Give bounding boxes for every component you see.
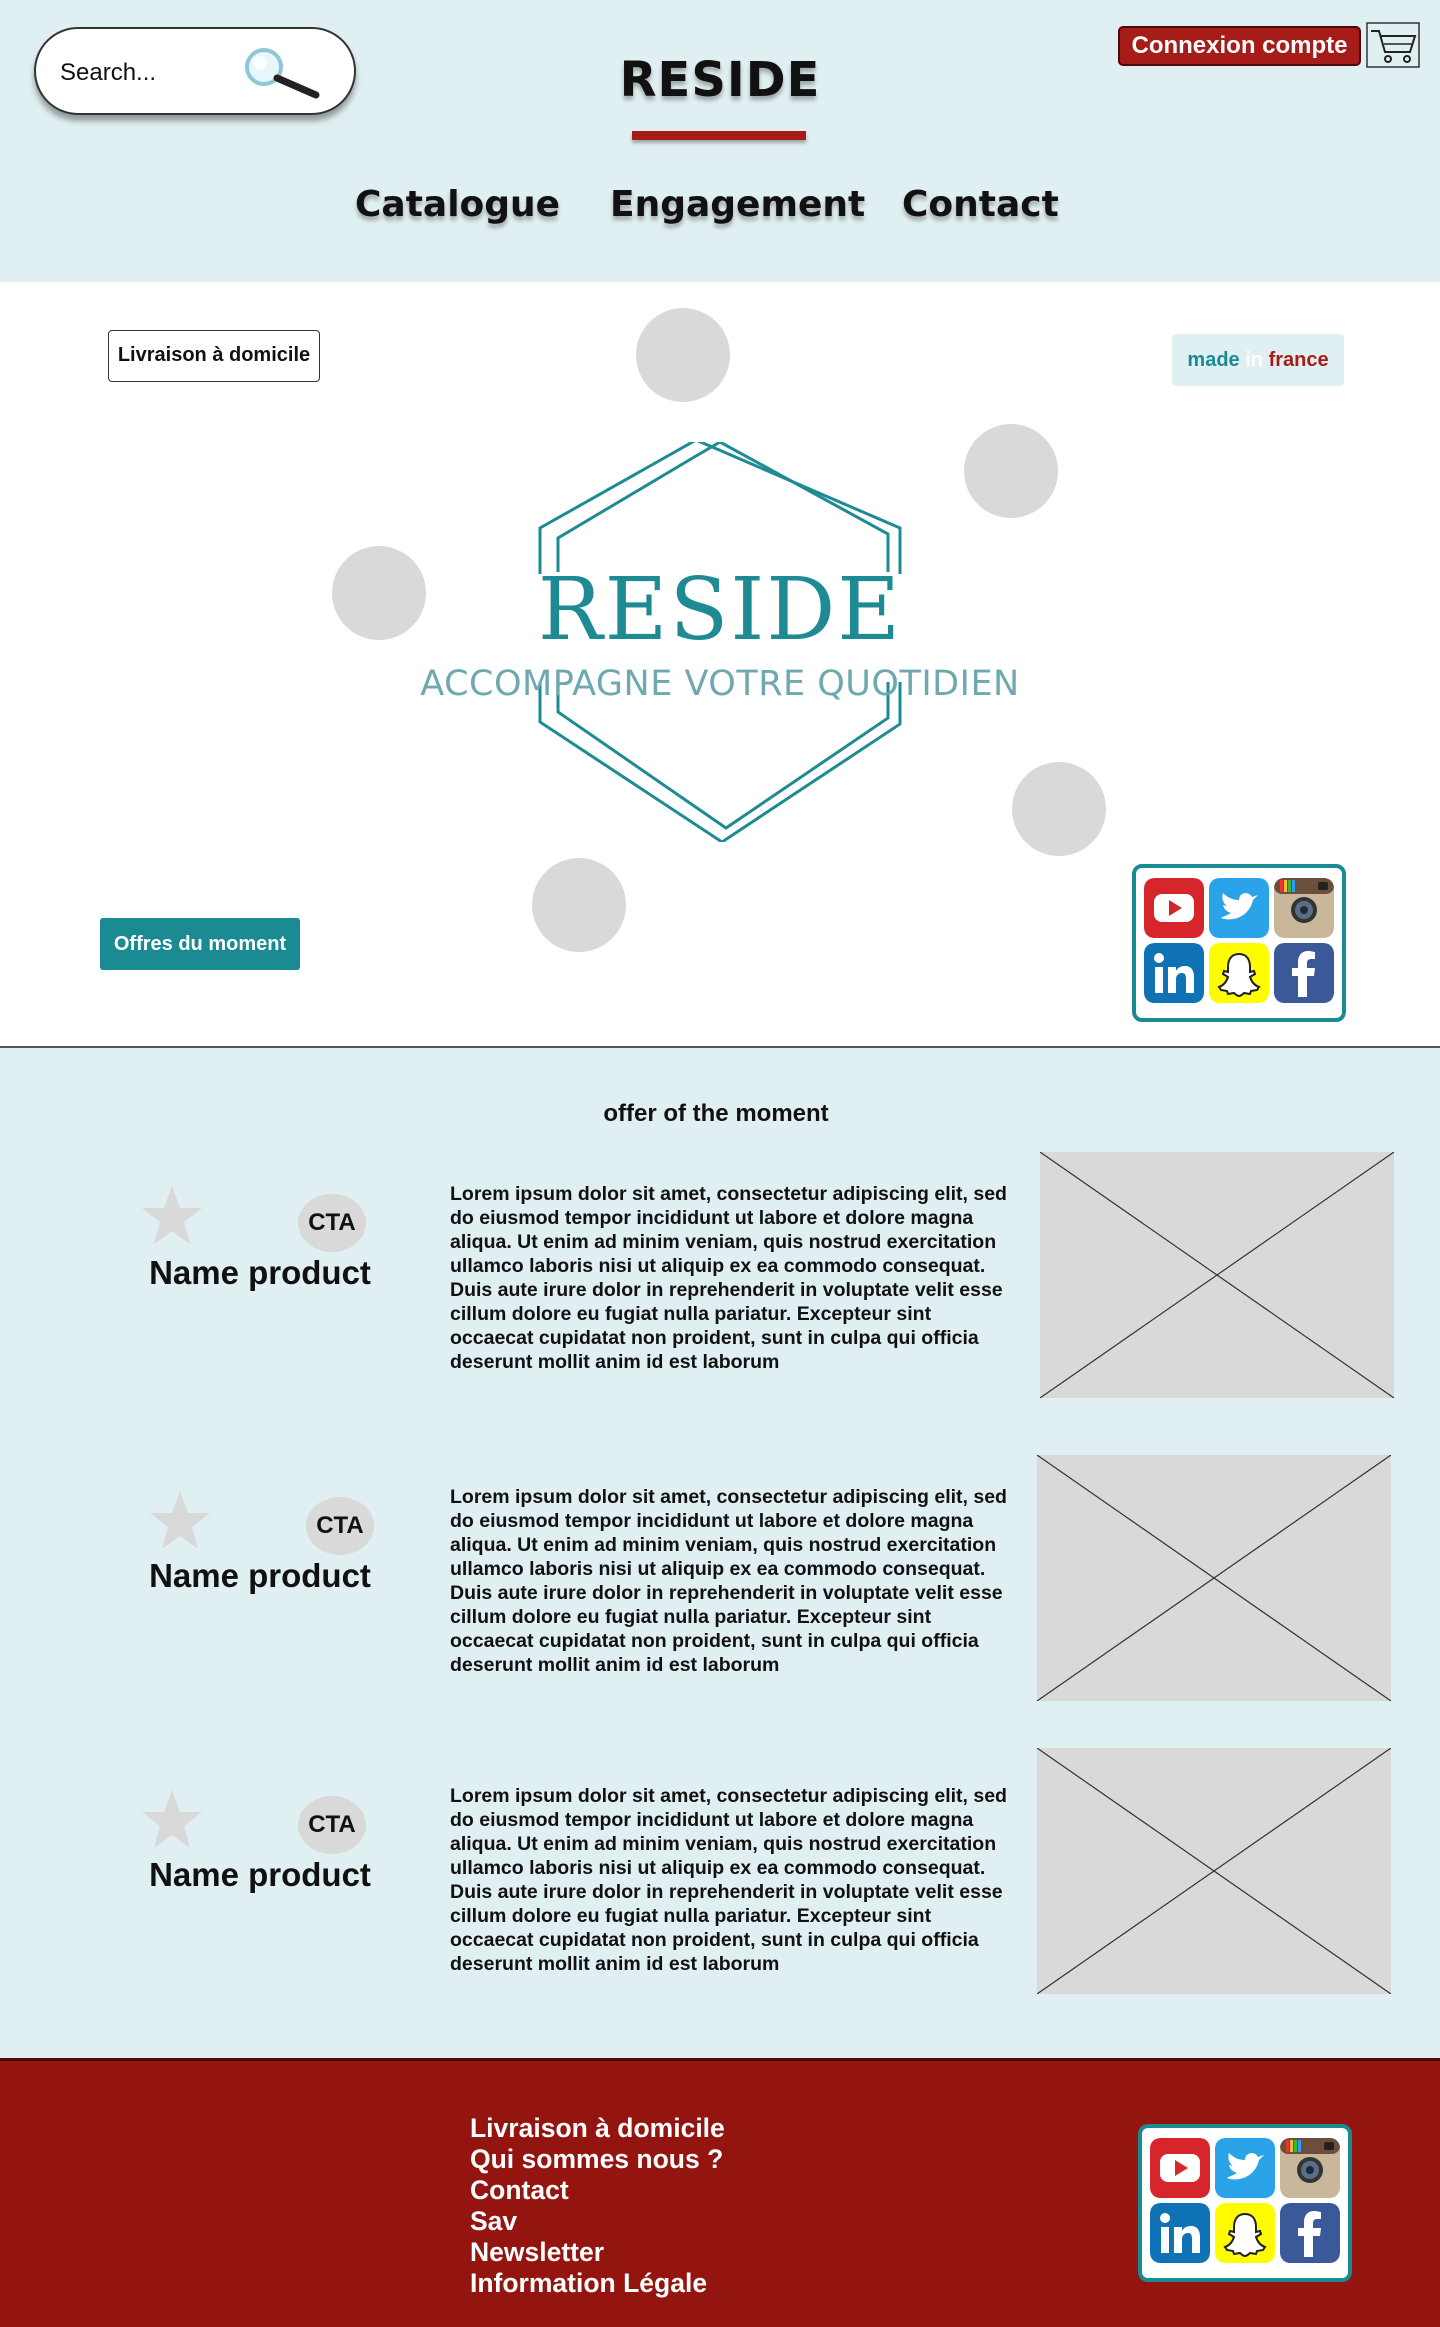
cta-button[interactable]: CTA (306, 1497, 374, 1555)
france-word: france (1268, 349, 1329, 371)
brand-title[interactable]: RESIDE (600, 52, 840, 108)
youtube-icon[interactable] (1144, 878, 1204, 938)
cta-button[interactable]: CTA (298, 1194, 366, 1252)
site-header: RESIDE Connexion compte Catalogue Engage… (0, 0, 1440, 282)
section-title: offer of the moment (603, 1100, 829, 1127)
offers-button[interactable]: Offres du moment (100, 918, 300, 970)
product-card: CTA Name product Lorem ipsum dolor sit a… (0, 1748, 1440, 1998)
site-footer: Livraison à domicile Qui sommes nous ? C… (0, 2058, 1440, 2327)
delivery-button[interactable]: Livraison à domicile (108, 330, 320, 382)
image-placeholder-icon (1040, 1152, 1394, 1398)
youtube-icon[interactable] (1150, 2138, 1210, 2198)
image-placeholder-icon (1037, 1455, 1391, 1701)
facebook-icon[interactable] (1280, 2203, 1340, 2263)
hero-section: Livraison à domicile made in france RESI… (0, 282, 1440, 1048)
made-in-france-badge: made in france (1172, 334, 1344, 386)
product-card: CTA Name product Lorem ipsum dolor sit a… (0, 1148, 1440, 1398)
footer-link-legal[interactable]: Information Légale (470, 2268, 725, 2299)
twitter-icon[interactable] (1215, 2138, 1275, 2198)
facebook-icon[interactable] (1274, 943, 1334, 1003)
product-description: Lorem ipsum dolor sit amet, consectetur … (450, 1486, 1007, 1676)
made-word: made (1187, 349, 1240, 371)
product-description: Lorem ipsum dolor sit amet, consectetur … (450, 1183, 1007, 1373)
image-placeholder-icon (1037, 1748, 1391, 1994)
snapchat-icon[interactable] (1209, 943, 1269, 1003)
product-name: Name product (149, 1557, 371, 1594)
footer-links: Livraison à domicile Qui sommes nous ? C… (470, 2113, 725, 2299)
nav-catalogue[interactable]: Catalogue (355, 184, 560, 225)
decorative-bubble (636, 308, 730, 402)
decorative-bubble (532, 858, 626, 952)
instagram-icon[interactable] (1280, 2138, 1340, 2198)
footer-link-sav[interactable]: Sav (470, 2206, 725, 2237)
linkedin-icon[interactable] (1144, 943, 1204, 1003)
linkedin-icon[interactable] (1150, 2203, 1210, 2263)
logo-title: RESIDE (537, 560, 903, 660)
logo-tagline: ACCOMPAGNE VOTRE QUOTIDIEN (420, 664, 1020, 704)
offers-section: offer of the moment CTA Name product Lor… (0, 1048, 1440, 2058)
social-panel (1132, 864, 1346, 1022)
product-name: Name product (149, 1254, 371, 1291)
product-name: Name product (149, 1856, 371, 1893)
search-icon[interactable] (236, 43, 326, 103)
search-box[interactable] (34, 27, 356, 115)
instagram-icon[interactable] (1274, 878, 1334, 938)
cart-icon[interactable] (1366, 22, 1420, 68)
footer-link-contact[interactable]: Contact (470, 2175, 725, 2206)
snapchat-icon[interactable] (1215, 2203, 1275, 2263)
twitter-icon[interactable] (1209, 878, 1269, 938)
in-word: in (1245, 349, 1263, 371)
footer-social-panel (1138, 2124, 1352, 2282)
search-input[interactable] (60, 55, 250, 91)
login-button[interactable]: Connexion compte (1118, 26, 1361, 66)
product-description: Lorem ipsum dolor sit amet, consectetur … (450, 1785, 1007, 1975)
nav-engagement[interactable]: Engagement (610, 184, 865, 225)
star-icon[interactable] (140, 1184, 204, 1248)
nav-contact[interactable]: Contact (902, 184, 1059, 225)
cta-button[interactable]: CTA (298, 1796, 366, 1854)
product-card: CTA Name product Lorem ipsum dolor sit a… (0, 1451, 1440, 1701)
footer-link-delivery[interactable]: Livraison à domicile (470, 2113, 725, 2144)
footer-link-newsletter[interactable]: Newsletter (470, 2237, 725, 2268)
brand-underline (632, 131, 806, 140)
footer-link-about[interactable]: Qui sommes nous ? (470, 2144, 725, 2175)
star-icon[interactable] (140, 1788, 204, 1852)
reside-logo: RESIDE ACCOMPAGNE VOTRE QUOTIDIEN (390, 442, 1050, 842)
star-icon[interactable] (148, 1489, 212, 1553)
